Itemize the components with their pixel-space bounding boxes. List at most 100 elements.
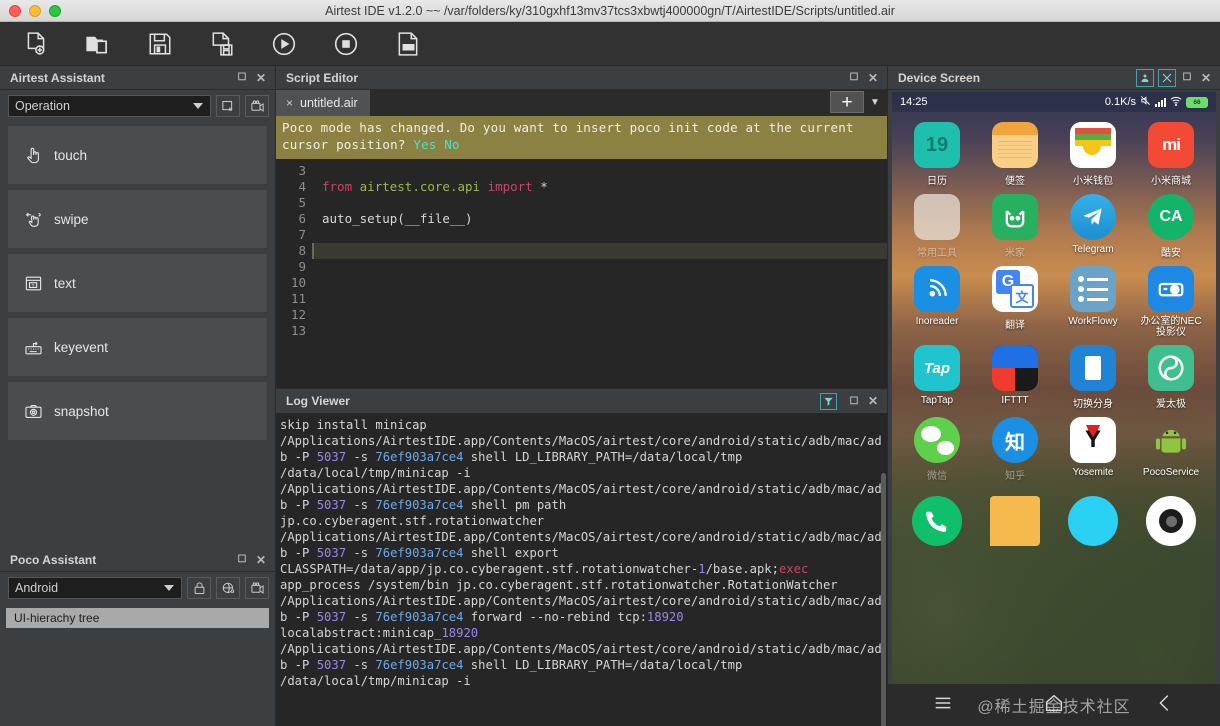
hand-swipe-icon (26, 212, 41, 227)
app-mi-home[interactable]: 米家 (981, 194, 1049, 259)
app-telegram[interactable]: Telegram (1059, 194, 1127, 259)
app-pocoservice[interactable]: PocoService (1137, 417, 1205, 482)
app-zhihu[interactable]: 知 知乎 (981, 417, 1049, 482)
add-tab-button[interactable]: + (830, 91, 864, 113)
airtest-record-button[interactable] (245, 95, 269, 117)
device-screen-title: Device Screen (898, 70, 981, 85)
app-taiji[interactable]: 爱太极 (1137, 345, 1205, 410)
app-mi-store[interactable]: mi 小米商城 (1137, 122, 1205, 187)
poco-lock-button[interactable] (187, 577, 211, 599)
device-capture-icon[interactable] (1136, 68, 1154, 87)
line-number: 9 (298, 258, 306, 274)
code-lines[interactable]: from airtest.core.api import * auto_setu… (312, 159, 887, 388)
log-viewer-close-icon[interactable]: ✕ (865, 393, 881, 409)
svg-text:LOG: LOG (403, 45, 414, 51)
log-scrollbar[interactable] (881, 473, 886, 726)
menu-icon[interactable] (932, 692, 954, 719)
kw-import: import (487, 178, 533, 194)
log-output[interactable]: skip install minicap /Applications/Airte… (276, 413, 887, 726)
device-screen-header: Device Screen ☐ ✕ (888, 66, 1220, 90)
poco-init-yes-link[interactable]: Yes (413, 137, 436, 152)
operation-item-touch[interactable]: touch (8, 126, 267, 184)
operation-item-snapshot[interactable]: snapshot (8, 382, 267, 440)
yosemite-logo-text: Y (1084, 426, 1101, 453)
calendar-day: 19 (925, 133, 949, 156)
app-calendar[interactable]: 19 日历 (903, 122, 971, 187)
calendar-icon: 19 (914, 122, 960, 168)
new-file-icon[interactable] (16, 27, 56, 61)
main-toolbar: LOG (0, 22, 1220, 66)
operation-label: swipe (54, 211, 89, 227)
translate-icon: G 文 (992, 266, 1038, 312)
app-workflowy[interactable]: WorkFlowy (1059, 266, 1127, 338)
clone-switch-icon (1070, 345, 1116, 391)
airtest-assistant-close-icon[interactable]: ✕ (253, 70, 269, 86)
app-label: 爱太极 (1156, 399, 1186, 410)
save-icon[interactable] (140, 27, 180, 61)
taptap-logo-text: Tap (923, 359, 951, 377)
coolapk-icon: CA (1148, 194, 1194, 240)
device-screen-float-icon[interactable]: ☐ (1179, 70, 1195, 86)
dock-camera[interactable] (1137, 496, 1205, 546)
android-nav-bar: @稀土掘金技术社区 (888, 684, 1220, 726)
app-mi-wallet[interactable]: 小米钱包 (1059, 122, 1127, 187)
operation-mode-select[interactable]: Operation (8, 95, 211, 117)
app-folder-tools[interactable]: 常用工具 (903, 194, 971, 259)
view-log-icon[interactable]: LOG (388, 27, 428, 61)
back-icon[interactable] (1154, 692, 1176, 719)
poco-init-no-link[interactable]: No (444, 137, 459, 152)
app-inoreader[interactable]: Inoreader (903, 266, 971, 338)
dock-browser[interactable] (1059, 496, 1127, 546)
dock-phone[interactable] (903, 496, 971, 546)
poco-assistant-float-icon[interactable]: ☐ (234, 552, 250, 568)
script-editor-float-icon[interactable]: ☐ (846, 70, 862, 86)
tab-close-icon[interactable]: × (286, 96, 293, 110)
operation-item-keyevent[interactable]: keyevent (8, 318, 267, 376)
poco-refresh-button[interactable] (216, 577, 240, 599)
poco-platform-select[interactable]: Android (8, 577, 182, 599)
app-yosemite[interactable]: Y Yosemite (1059, 417, 1127, 482)
editor-tab-untitled[interactable]: × untitled.air (276, 90, 370, 116)
app-wechat[interactable]: 微信 (903, 417, 971, 482)
airtest-snapshot-button[interactable] (216, 95, 240, 117)
app-taptap[interactable]: Tap TapTap (903, 345, 971, 410)
code-area[interactable]: 3 4 5 6 7 8 9 10 11 12 13 from airtest.c… (276, 158, 887, 388)
log-serial: 76ef903a7ce4 (375, 498, 464, 512)
battery-percent: 66 (1193, 98, 1201, 106)
chevron-down-icon (193, 103, 203, 109)
app-notes[interactable]: 便签 (981, 122, 1049, 187)
device-screen-mirror[interactable]: 14:25 0.1K/s 66 19 日历 便签 小米钱包 mi 小米商城 常用… (892, 92, 1216, 684)
app-coolapk[interactable]: CA 酷安 (1137, 194, 1205, 259)
app-ifttt[interactable]: IFTTT (981, 345, 1049, 410)
app-clone-switch[interactable]: 切换分身 (1059, 345, 1127, 410)
poco-assistant-close-icon[interactable]: ✕ (253, 552, 269, 568)
log-port: 5037 (316, 498, 347, 512)
ui-hierarchy-tree-body (0, 628, 275, 726)
poco-record-button[interactable] (245, 577, 269, 599)
stop-icon[interactable] (326, 27, 366, 61)
operation-item-swipe[interactable]: swipe (8, 190, 267, 248)
home-icon[interactable] (1043, 692, 1065, 719)
save-as-icon[interactable] (202, 27, 242, 61)
device-tools-icon[interactable] (1158, 68, 1176, 87)
operation-item-text[interactable]: T text (8, 254, 267, 312)
app-nec-projector[interactable]: 办公室的NEC投影仪 (1137, 266, 1205, 338)
run-icon[interactable] (264, 27, 304, 61)
code-line-8-current[interactable] (312, 242, 887, 259)
airtest-assistant-float-icon[interactable]: ☐ (234, 70, 250, 86)
dock-messages[interactable] (981, 496, 1049, 546)
log-filter-icon[interactable] (820, 392, 837, 410)
tab-list-chevron-icon[interactable]: ▼ (867, 91, 883, 113)
ui-hierarchy-tree-row[interactable]: UI-hierachy tree (6, 608, 269, 628)
device-screen-close-icon[interactable]: ✕ (1198, 70, 1214, 86)
airtest-assistant-header: Airtest Assistant ☐ ✕ (0, 66, 275, 90)
poco-platform-value: Android (15, 581, 59, 595)
log-viewer-float-icon[interactable]: ☐ (846, 393, 862, 409)
app-translate[interactable]: G 文 翻译 (981, 266, 1049, 338)
open-folder-icon[interactable] (78, 27, 118, 61)
script-editor-close-icon[interactable]: ✕ (865, 70, 881, 86)
yosemite-icon: Y (1070, 417, 1116, 463)
line-number: 8 (298, 242, 306, 258)
